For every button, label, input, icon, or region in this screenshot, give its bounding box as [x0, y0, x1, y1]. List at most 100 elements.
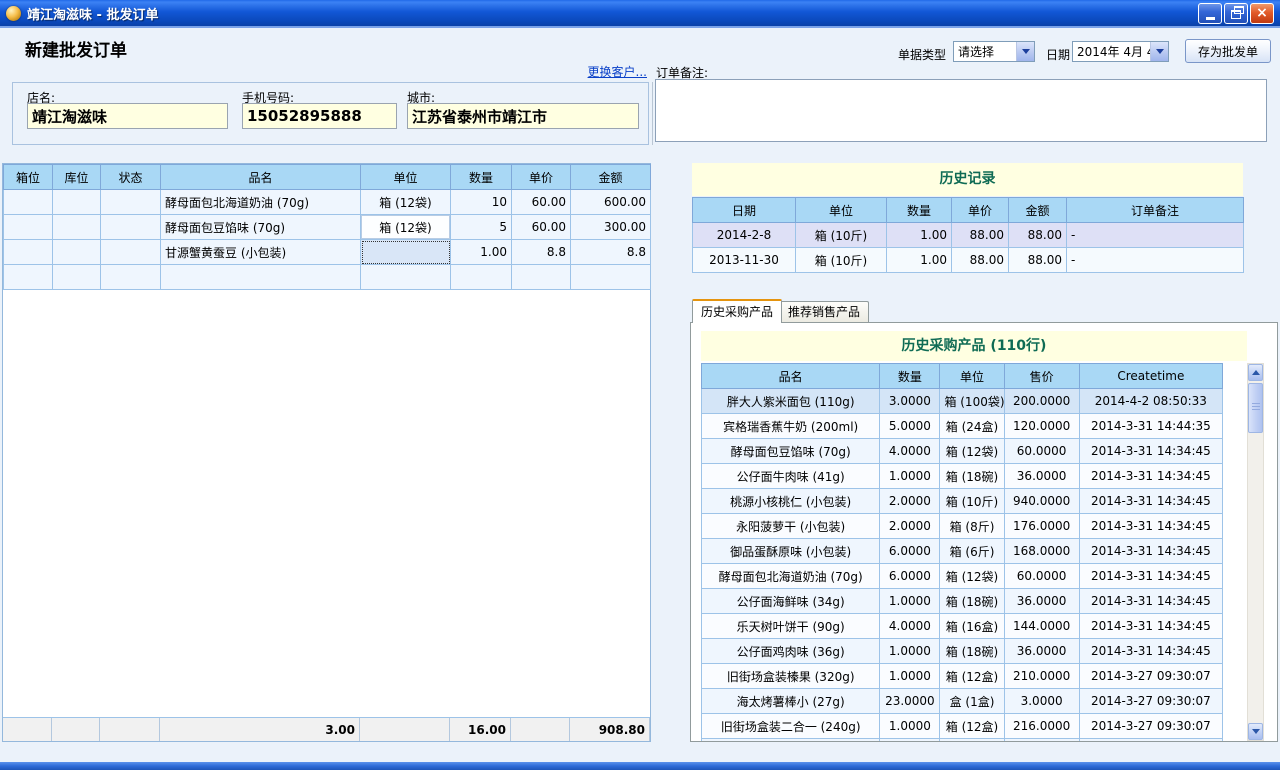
order-cell[interactable]: 酵母面包豆馅味 (70g) — [161, 215, 361, 240]
store-name-field[interactable] — [27, 103, 228, 129]
product-cell: 旧街场盒装榛果 (320g) — [702, 664, 880, 689]
scrollbar-thumb[interactable] — [1248, 383, 1263, 433]
column-header[interactable]: Createtime — [1079, 364, 1222, 389]
column-header[interactable]: 状态 — [101, 165, 161, 190]
order-cell[interactable] — [53, 265, 101, 290]
close-button[interactable]: × — [1250, 3, 1274, 24]
column-header[interactable]: 库位 — [53, 165, 101, 190]
product-row[interactable]: 森雅印尼千层糕原味 (小包装)5.0000箱 (5斤)56.00002014-3… — [702, 739, 1223, 742]
column-header[interactable]: 箱位 — [4, 165, 53, 190]
product-row[interactable]: 永阳菠萝干 (小包装)2.0000箱 (8斤)176.00002014-3-31… — [702, 514, 1223, 539]
order-cell[interactable] — [361, 240, 451, 265]
order-cell[interactable]: 10 — [451, 190, 512, 215]
history-row[interactable]: 2014-2-8箱 (10斤)1.0088.0088.00- — [693, 223, 1244, 248]
product-row[interactable]: 乐天树叶饼干 (90g)4.0000箱 (16盒)144.00002014-3-… — [702, 614, 1223, 639]
minimize-button[interactable] — [1198, 3, 1222, 24]
phone-field[interactable] — [242, 103, 397, 129]
product-cell: 1.0000 — [880, 639, 940, 664]
column-header[interactable]: 品名 — [161, 165, 361, 190]
order-cell[interactable] — [4, 190, 53, 215]
order-cell[interactable]: 60.00 — [512, 190, 571, 215]
doc-type-label: 单据类型 — [898, 46, 946, 63]
column-header[interactable]: 金额 — [571, 165, 651, 190]
column-header[interactable]: 数量 — [887, 198, 952, 223]
column-header[interactable]: 数量 — [451, 165, 512, 190]
column-header[interactable]: 日期 — [693, 198, 796, 223]
scroll-up-button[interactable] — [1248, 364, 1263, 381]
product-row[interactable]: 旧街场盒装二合一 (240g)1.0000箱 (12盒)216.00002014… — [702, 714, 1223, 739]
order-cell[interactable] — [451, 265, 512, 290]
product-row[interactable]: 公仔面牛肉味 (41g)1.0000箱 (18碗)36.00002014-3-3… — [702, 464, 1223, 489]
products-scrollbar[interactable] — [1247, 363, 1264, 741]
order-cell[interactable] — [161, 265, 361, 290]
order-cell[interactable] — [101, 240, 161, 265]
order-cell[interactable] — [571, 265, 651, 290]
tab-history-purchases[interactable]: 历史采购产品 — [692, 299, 782, 323]
product-cell: 2014-3-31 14:34:45 — [1079, 439, 1222, 464]
product-row[interactable]: 酵母面包北海道奶油 (70g)6.0000箱 (12袋)60.00002014-… — [702, 564, 1223, 589]
order-cell[interactable]: 甘源蟹黄蚕豆 (小包装) — [161, 240, 361, 265]
doc-type-value: 请选择 — [954, 43, 1016, 60]
product-cell: 乐天树叶饼干 (90g) — [702, 614, 880, 639]
app-icon — [6, 6, 21, 21]
order-cell[interactable] — [4, 265, 53, 290]
column-header[interactable]: 单位 — [361, 165, 451, 190]
order-cell[interactable]: 8.8 — [512, 240, 571, 265]
chevron-down-icon[interactable] — [1150, 42, 1168, 61]
order-cell[interactable] — [53, 190, 101, 215]
order-cell[interactable] — [53, 240, 101, 265]
column-header[interactable]: 单价 — [952, 198, 1009, 223]
order-cell[interactable] — [512, 265, 571, 290]
order-cell[interactable]: 箱 (12袋) — [361, 215, 451, 240]
order-cell[interactable] — [361, 265, 451, 290]
order-cell[interactable] — [101, 265, 161, 290]
product-row[interactable]: 桃源小核桃仁 (小包装)2.0000箱 (10斤)940.00002014-3-… — [702, 489, 1223, 514]
city-field[interactable] — [407, 103, 639, 129]
order-cell[interactable]: 300.00 — [571, 215, 651, 240]
product-row[interactable]: 宾格瑞香蕉牛奶 (200ml)5.0000箱 (24盒)120.00002014… — [702, 414, 1223, 439]
order-cell[interactable] — [101, 190, 161, 215]
column-header[interactable]: 单价 — [512, 165, 571, 190]
order-cell[interactable]: 箱 (12袋) — [361, 190, 451, 215]
product-row[interactable]: 公仔面海鲜味 (34g)1.0000箱 (18碗)36.00002014-3-3… — [702, 589, 1223, 614]
close-icon: × — [1256, 6, 1268, 20]
save-wholesale-button[interactable]: 存为批发单 — [1185, 39, 1271, 63]
change-customer-link[interactable]: 更换客户... — [575, 63, 647, 80]
product-row[interactable]: 旧街场盒装榛果 (320g)1.0000箱 (12盒)210.00002014-… — [702, 664, 1223, 689]
order-cell[interactable] — [4, 240, 53, 265]
restore-button[interactable] — [1224, 3, 1248, 24]
order-cell[interactable]: 600.00 — [571, 190, 651, 215]
product-row[interactable]: 御品蛋酥原味 (小包装)6.0000箱 (6斤)168.00002014-3-3… — [702, 539, 1223, 564]
order-remark-textarea[interactable] — [655, 79, 1267, 142]
product-row[interactable]: 胖大人紫米面包 (110g)3.0000箱 (100袋)200.00002014… — [702, 389, 1223, 414]
column-header[interactable]: 数量 — [880, 364, 940, 389]
tab-recommended-products[interactable]: 推荐销售产品 — [779, 301, 869, 322]
order-cell[interactable]: 60.00 — [512, 215, 571, 240]
chevron-down-icon[interactable] — [1016, 42, 1034, 61]
order-cell[interactable]: 1.00 — [451, 240, 512, 265]
column-header[interactable]: 单位 — [940, 364, 1004, 389]
title-bar: 靖江淘滋味 - 批发订单 × — [0, 0, 1280, 26]
date-select[interactable]: 2014年 4月 4日 — [1072, 41, 1169, 62]
product-row[interactable]: 公仔面鸡肉味 (36g)1.0000箱 (18碗)36.00002014-3-3… — [702, 639, 1223, 664]
order-grid-empty-area[interactable] — [3, 290, 650, 717]
order-cell[interactable]: 5 — [451, 215, 512, 240]
product-row[interactable]: 酵母面包豆馅味 (70g)4.0000箱 (12袋)60.00002014-3-… — [702, 439, 1223, 464]
product-cell: 1.0000 — [880, 714, 940, 739]
column-header[interactable]: 单位 — [796, 198, 887, 223]
product-cell: 2014-3-31 14:34:45 — [1079, 564, 1222, 589]
order-cell[interactable] — [53, 215, 101, 240]
column-header[interactable]: 订单备注 — [1067, 198, 1244, 223]
order-cell[interactable] — [4, 215, 53, 240]
order-cell[interactable]: 8.8 — [571, 240, 651, 265]
column-header[interactable]: 售价 — [1004, 364, 1079, 389]
history-row[interactable]: 2013-11-30箱 (10斤)1.0088.0088.00- — [693, 248, 1244, 273]
product-row[interactable]: 海太烤薯棒小 (27g)23.0000盒 (1盒)3.00002014-3-27… — [702, 689, 1223, 714]
order-cell[interactable] — [101, 215, 161, 240]
order-cell[interactable]: 酵母面包北海道奶油 (70g) — [161, 190, 361, 215]
history-title: 历史记录 — [692, 163, 1243, 196]
column-header[interactable]: 品名 — [702, 364, 880, 389]
column-header[interactable]: 金额 — [1009, 198, 1067, 223]
doc-type-select[interactable]: 请选择 — [953, 41, 1035, 62]
scroll-down-button[interactable] — [1248, 723, 1263, 740]
